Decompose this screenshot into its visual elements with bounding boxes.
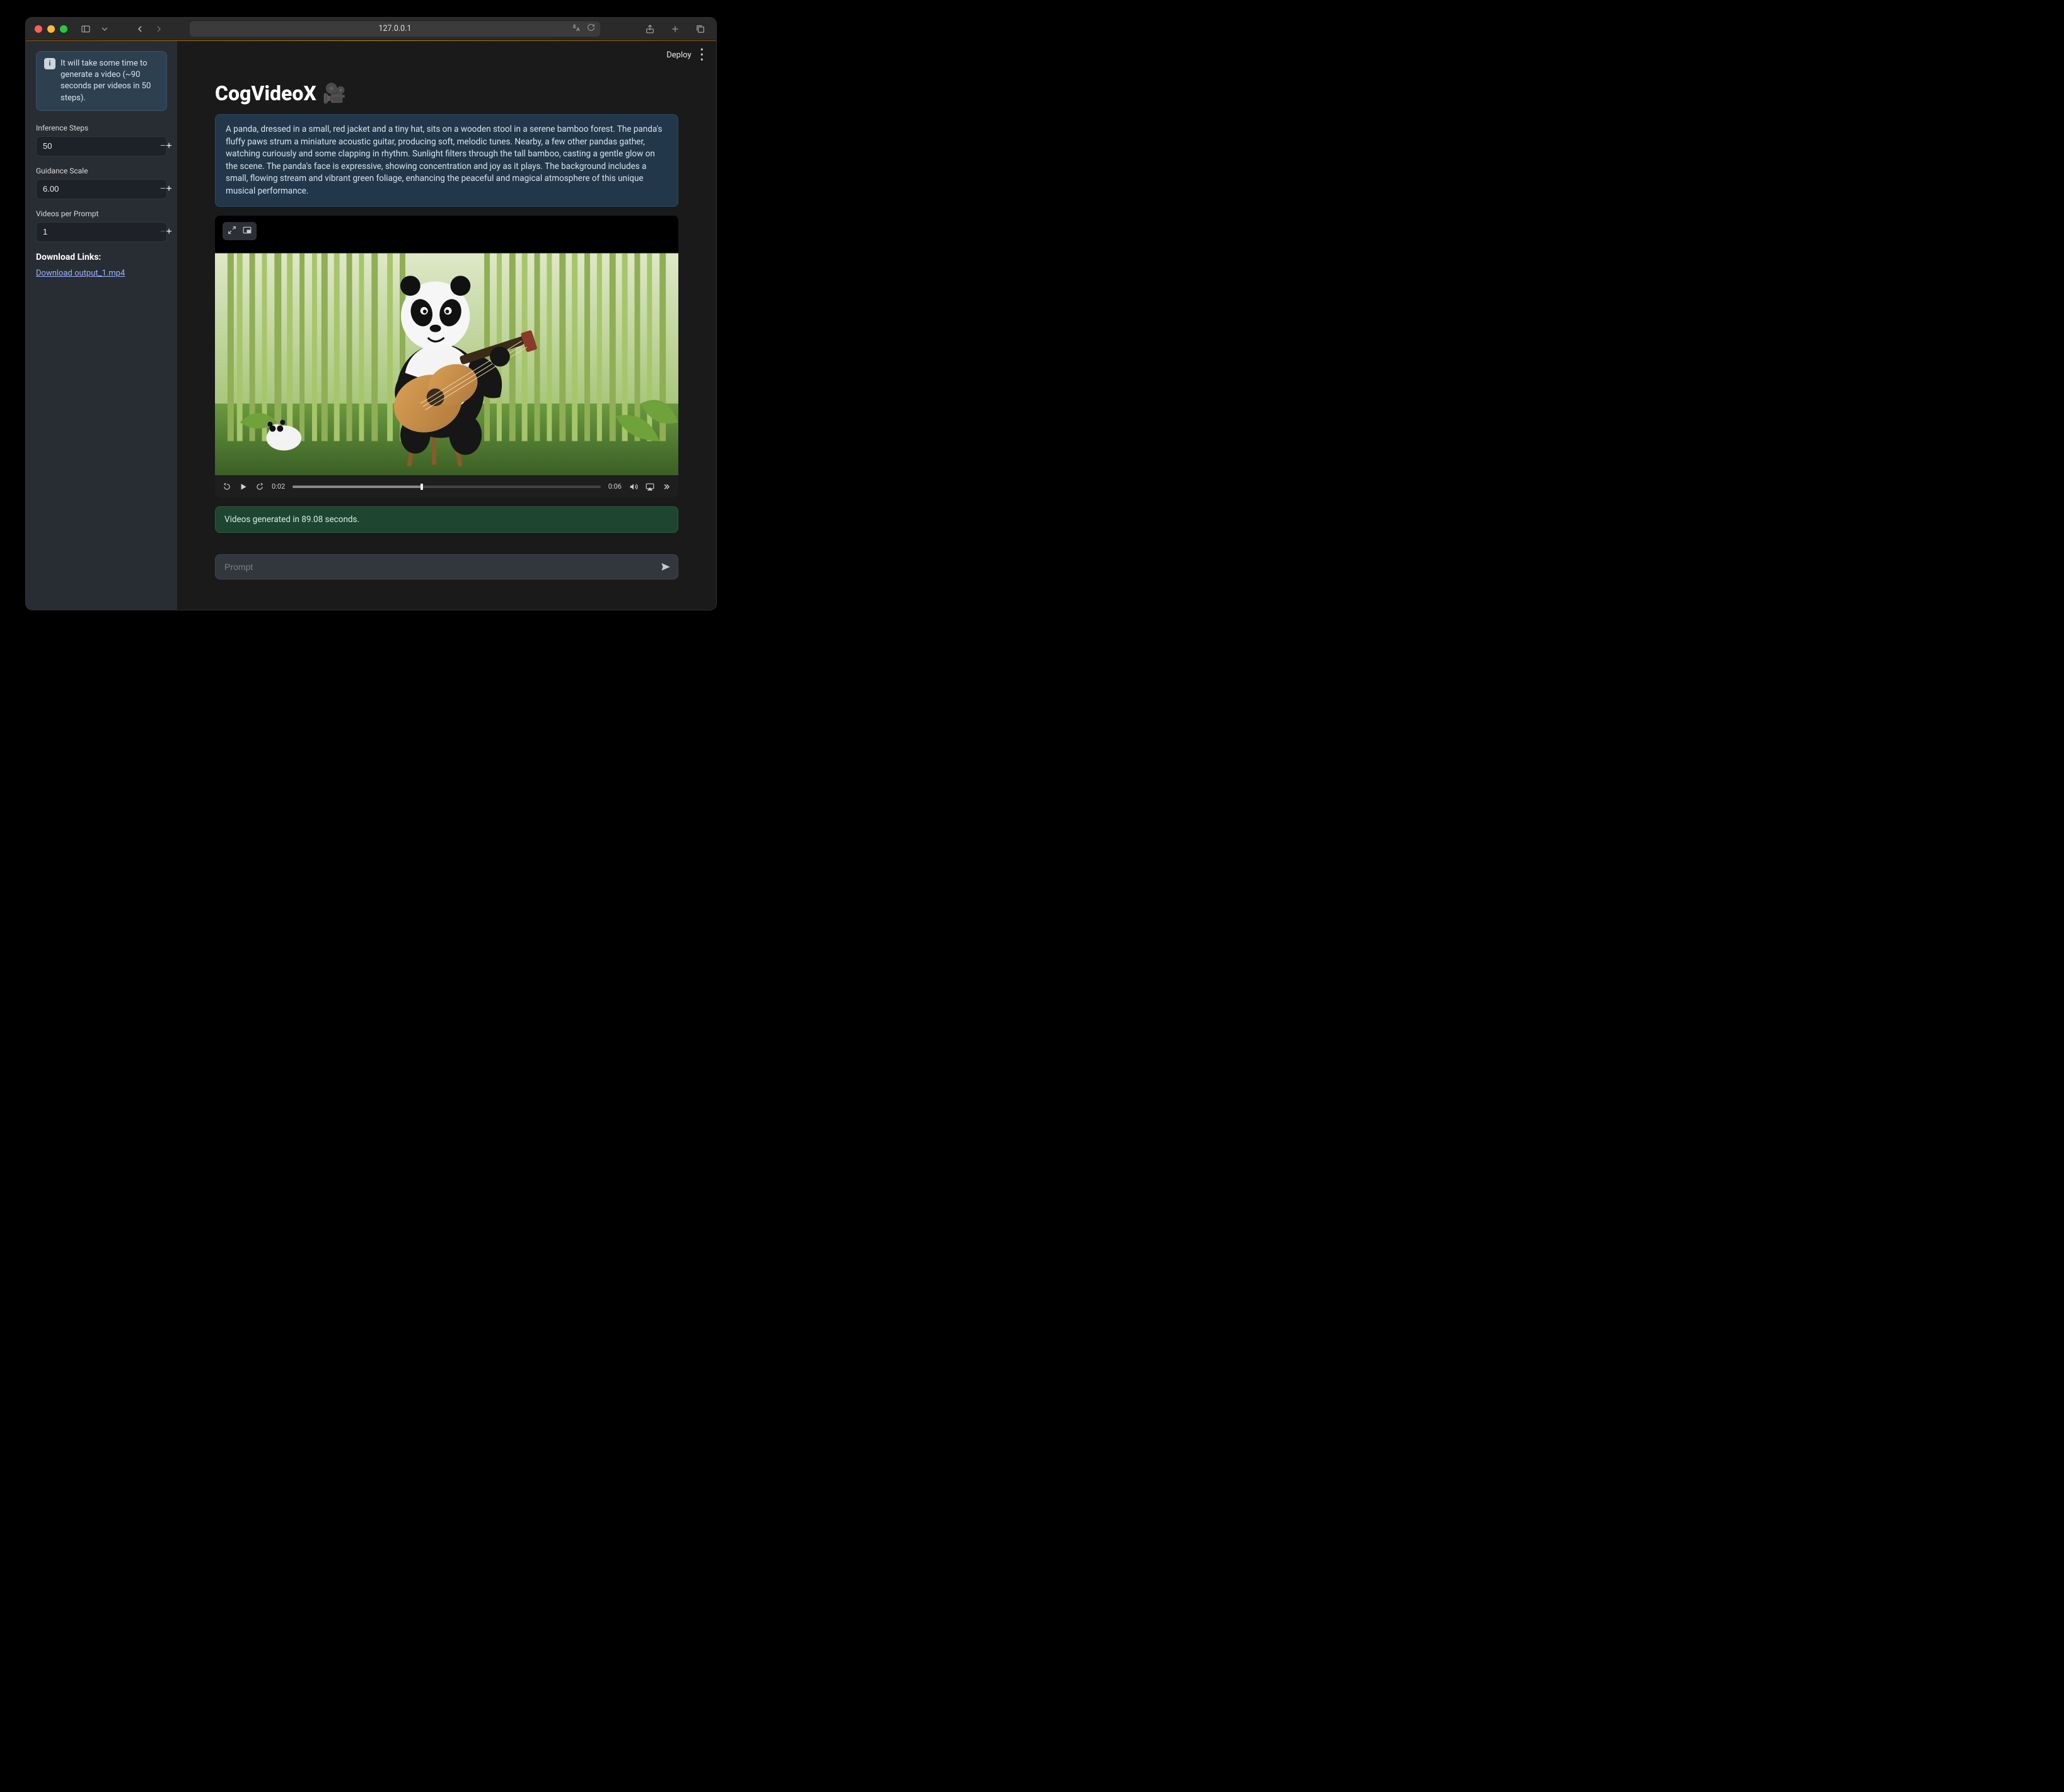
forward-skip-icon[interactable] [255,482,264,491]
chevron-down-icon[interactable] [98,22,112,36]
airplay-icon[interactable] [646,482,654,491]
address-text: 127.0.0.1 [378,24,411,33]
downloads-heading: Download Links: [36,252,167,262]
download-link[interactable]: Download output_1.mp4 [36,269,125,278]
video-player[interactable]: 0:02 0:06 [215,216,678,497]
guidance-scale-label: Guidance Scale [36,166,167,175]
videos-per-prompt-increment[interactable]: + [166,223,171,241]
video-toolbar [223,222,257,240]
inference-steps-label: Inference Steps [36,124,167,132]
inference-steps-input[interactable] [37,141,160,151]
topbar: Deploy ••• [177,41,716,69]
inference-steps-increment[interactable]: + [166,137,171,156]
video-controls: 0:02 0:06 [215,476,678,497]
guidance-scale-increment[interactable]: + [166,180,171,199]
videos-per-prompt-stepper[interactable]: − + [36,222,167,242]
back-button[interactable] [133,22,147,36]
reload-icon[interactable] [587,23,595,35]
fullscreen-icon[interactable] [228,225,236,237]
status-success: Videos generated in 89.08 seconds. [215,506,678,533]
forward-button[interactable] [152,22,166,36]
inference-steps-stepper[interactable]: − + [36,136,167,156]
new-tab-icon[interactable] [668,22,682,36]
play-icon[interactable] [239,482,248,491]
seek-bar[interactable] [293,486,601,488]
guidance-scale-input[interactable] [37,184,160,194]
page-title: CogVideoX 🎥 [215,81,678,105]
sidebar-toggle-icon[interactable] [79,22,93,36]
video-frame [215,216,678,475]
pip-icon[interactable] [243,225,252,237]
camera-icon: 🎥 [323,83,346,105]
prompt-input-row [215,554,678,579]
window-controls [35,25,67,33]
close-window-button[interactable] [35,25,42,33]
tabs-icon[interactable] [693,22,707,36]
deploy-button[interactable]: Deploy [666,50,691,60]
main-content: Deploy ••• CogVideoX 🎥 A panda, dressed … [177,41,716,610]
inference-steps-decrement[interactable]: − [160,137,166,156]
maximize-window-button[interactable] [60,25,67,33]
duration: 0:06 [608,482,622,491]
prompt-input[interactable] [224,562,660,572]
share-icon[interactable] [643,22,657,36]
info-text: It will take some time to generate a vid… [61,58,159,104]
prompt-description: A panda, dressed in a small, red jacket … [215,114,678,207]
browser-window: 127.0.0.1 i [26,18,716,610]
titlebar: 127.0.0.1 [26,18,716,40]
volume-icon[interactable] [629,482,638,491]
minimize-window-button[interactable] [47,25,55,33]
guidance-scale-stepper[interactable]: − + [36,179,167,199]
info-box: i It will take some time to generate a v… [36,51,167,111]
guidance-scale-decrement[interactable]: − [160,180,166,199]
videos-per-prompt-label: Videos per Prompt [36,209,167,218]
rewind-icon[interactable] [223,482,231,491]
videos-per-prompt-decrement[interactable]: − [160,223,166,241]
more-controls-icon[interactable] [662,482,671,491]
address-bar[interactable]: 127.0.0.1 [190,21,600,37]
kebab-menu-icon[interactable]: ••• [700,47,704,62]
videos-per-prompt-input[interactable] [37,227,160,236]
title-text: CogVideoX [215,81,316,105]
send-icon[interactable] [660,561,671,573]
current-time: 0:02 [272,482,285,491]
sidebar: i It will take some time to generate a v… [26,41,177,610]
info-icon: i [44,58,55,69]
translate-icon[interactable] [572,23,581,35]
